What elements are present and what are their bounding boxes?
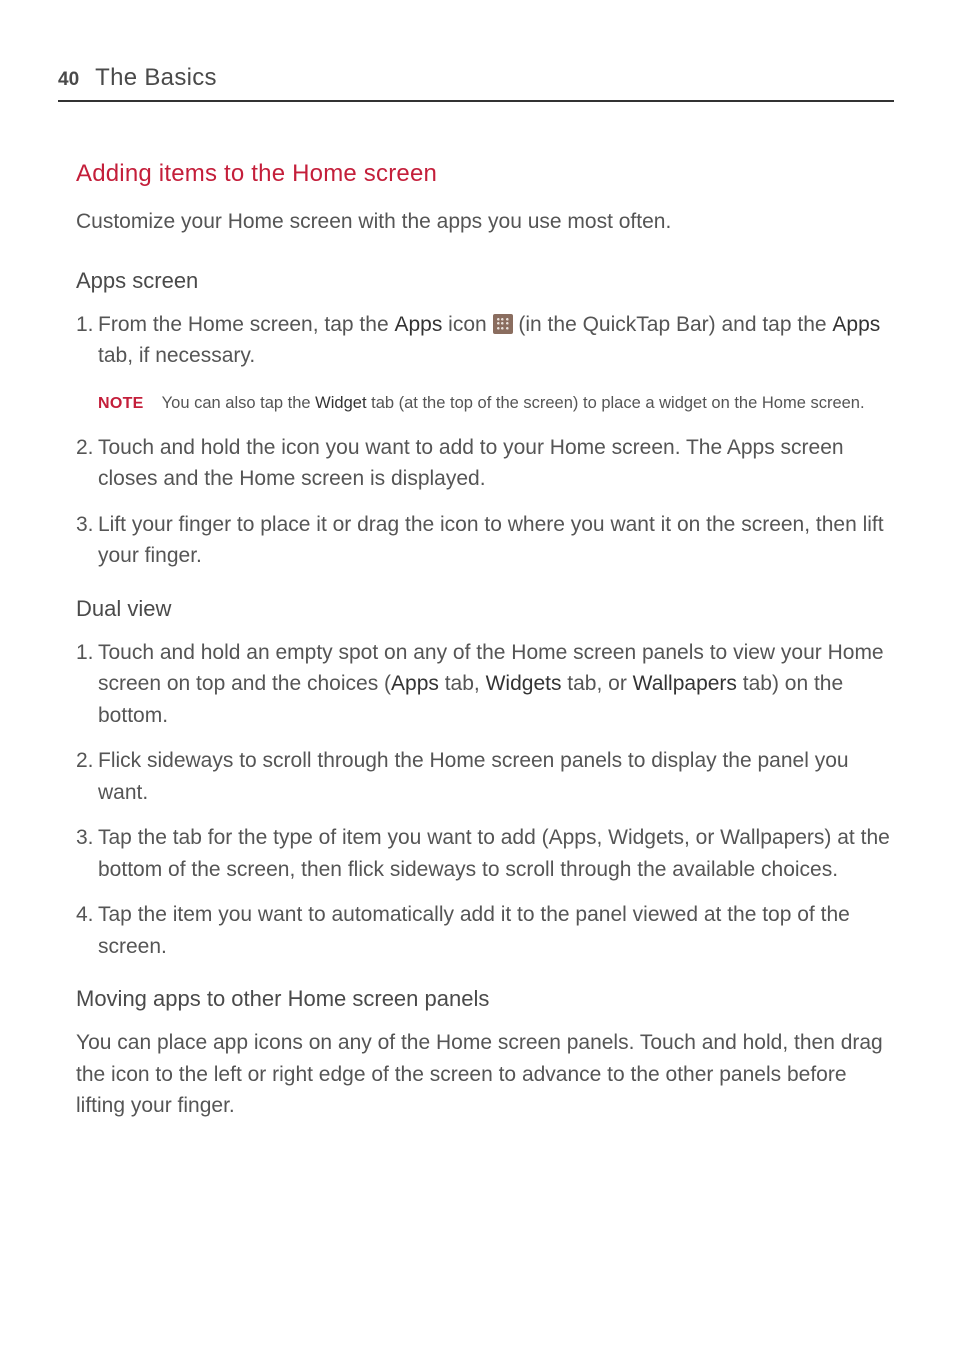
apps-screen-list-cont: 2. Touch and hold the icon you want to a…: [58, 432, 894, 572]
section-title-adding-items: Adding items to the Home screen: [58, 156, 894, 192]
note-text: You can also tap the Widget tab (at the …: [162, 392, 865, 416]
emphasis-widgets: Widgets: [486, 672, 562, 695]
list-text: Touch and hold the icon you want to add …: [98, 436, 844, 491]
note-block: NOTE You can also tap the Widget tab (at…: [58, 392, 894, 416]
list-item: 3. Tap the tab for the type of item you …: [76, 822, 894, 885]
list-number: 4.: [76, 899, 94, 931]
text-fragment: tab, or: [561, 672, 632, 695]
list-text: Lift your finger to place it or drag the…: [98, 513, 884, 568]
emphasis-wallpapers: Wallpapers: [633, 672, 737, 695]
list-number: 1.: [76, 309, 94, 341]
list-number: 2.: [76, 432, 94, 464]
list-text: Flick sideways to scroll through the Hom…: [98, 749, 849, 804]
list-item: 1. From the Home screen, tap the Apps ic…: [76, 309, 894, 372]
emphasis-widget: Widget: [315, 394, 366, 412]
apps-grid-icon: [493, 314, 513, 334]
page-header: 40 The Basics: [58, 60, 894, 102]
text-fragment: You can also tap the: [162, 394, 316, 412]
list-text: Tap the item you want to automatically a…: [98, 903, 850, 958]
list-number: 1.: [76, 637, 94, 669]
header-title: The Basics: [95, 60, 217, 96]
list-item: 2. Touch and hold the icon you want to a…: [76, 432, 894, 495]
list-item: 1. Touch and hold an empty spot on any o…: [76, 637, 894, 732]
text-fragment: (in the QuickTap Bar) and tap the: [513, 313, 833, 336]
subsection-dual-view: Dual view: [58, 592, 894, 625]
list-item: 2. Flick sideways to scroll through the …: [76, 745, 894, 808]
emphasis-apps: Apps: [394, 313, 442, 336]
list-text: Tap the tab for the type of item you wan…: [98, 826, 890, 881]
emphasis-apps: Apps: [391, 672, 439, 695]
list-item: 3. Lift your finger to place it or drag …: [76, 509, 894, 572]
intro-text: Customize your Home screen with the apps…: [58, 206, 894, 238]
emphasis-apps-tab: Apps: [832, 313, 880, 336]
page-number: 40: [58, 66, 79, 95]
text-fragment: tab (at the top of the screen) to place …: [367, 394, 865, 412]
list-number: 3.: [76, 509, 94, 541]
subsection-apps-screen: Apps screen: [58, 264, 894, 297]
text-fragment: tab,: [439, 672, 486, 695]
dual-view-list: 1. Touch and hold an empty spot on any o…: [58, 637, 894, 963]
note-label: NOTE: [98, 392, 144, 416]
text-fragment: tab, if necessary.: [98, 344, 255, 367]
list-item: 4. Tap the item you want to automaticall…: [76, 899, 894, 962]
text-fragment: From the Home screen, tap the: [98, 313, 394, 336]
apps-screen-list: 1. From the Home screen, tap the Apps ic…: [58, 309, 894, 372]
list-number: 3.: [76, 822, 94, 854]
text-fragment: icon: [442, 313, 492, 336]
moving-apps-text: You can place app icons on any of the Ho…: [58, 1027, 894, 1122]
list-number: 2.: [76, 745, 94, 777]
subsection-moving-apps: Moving apps to other Home screen panels: [58, 982, 894, 1015]
